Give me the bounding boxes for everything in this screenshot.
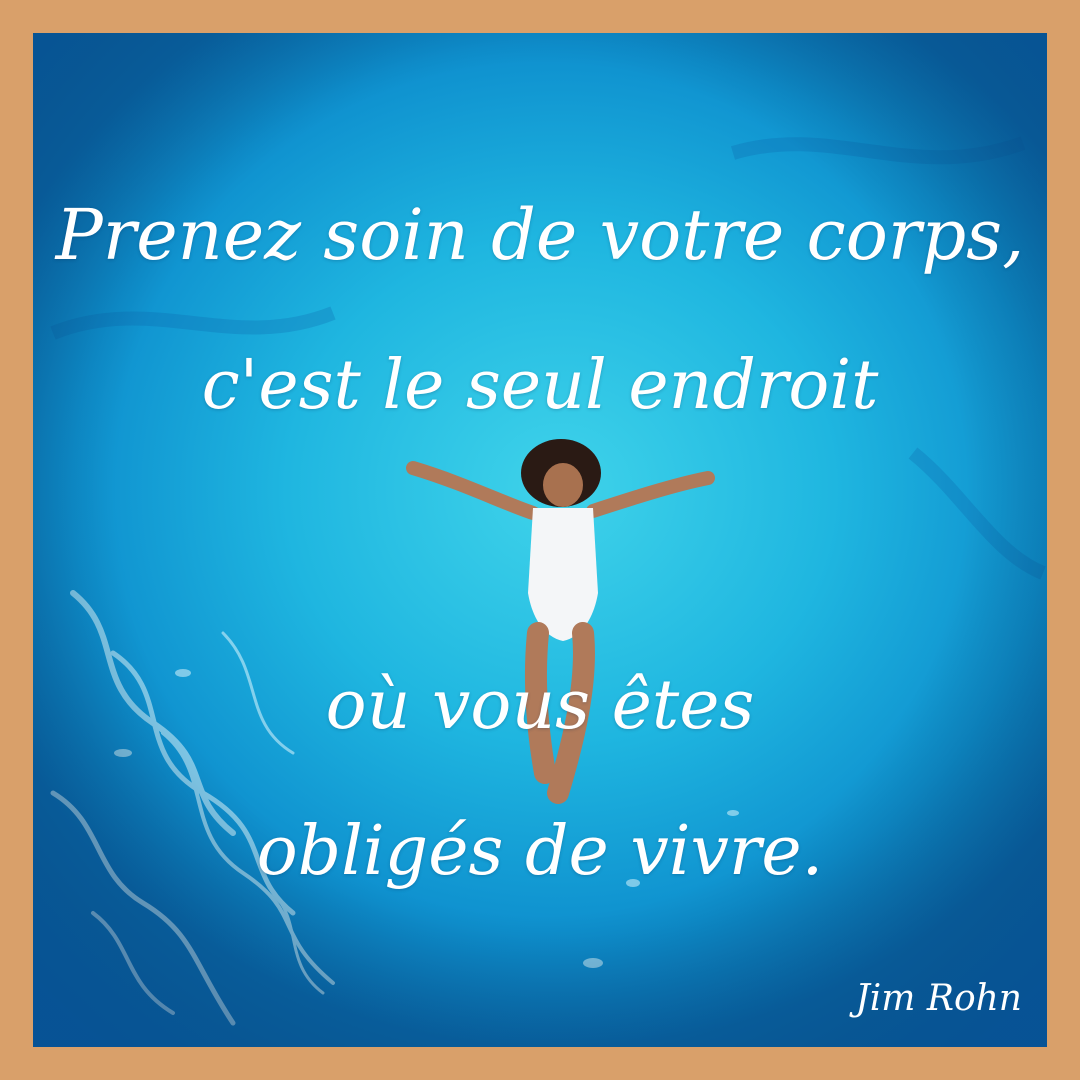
pool-photo (33, 33, 1047, 1047)
quote-line-3: où vous êtes (325, 666, 755, 745)
quote-line-2: c'est le seul endroit (201, 346, 879, 425)
quote-line-4: obligés de vivre. (256, 812, 824, 891)
quote-author: Jim Rohn (855, 978, 1022, 1019)
water-texture (33, 33, 1047, 1047)
quote-line-1: Prenez soin de votre corps, (55, 194, 1025, 276)
